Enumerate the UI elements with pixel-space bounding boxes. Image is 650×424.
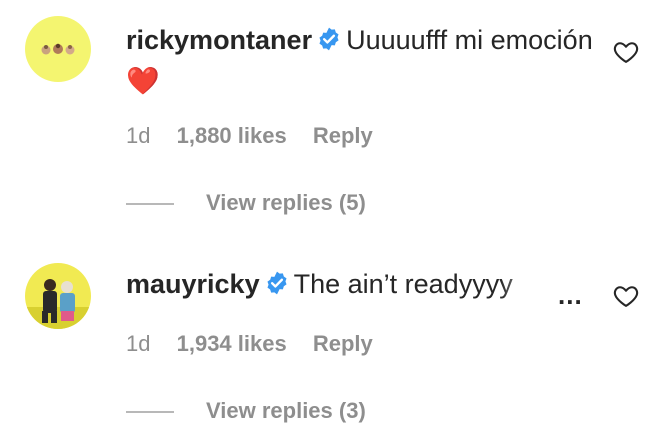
verified-badge-icon bbox=[264, 268, 290, 306]
avatar-mauyricky[interactable] bbox=[25, 263, 91, 329]
more-options-icon[interactable]: ... bbox=[558, 280, 583, 311]
avatar-image bbox=[25, 279, 91, 329]
avatar-rickymontaner[interactable] bbox=[25, 16, 91, 82]
heart-emoji: ❤️ bbox=[126, 66, 160, 96]
comment-body: mauyricky The ain’t readyyyy bbox=[126, 265, 546, 306]
view-replies-label: View replies (3) bbox=[206, 398, 366, 423]
comment-meta: 1d 1,880 likes Reply bbox=[126, 123, 393, 149]
text-fade bbox=[500, 265, 550, 303]
username[interactable]: mauyricky bbox=[126, 269, 260, 299]
verified-badge-icon bbox=[316, 24, 342, 62]
comment-time: 1d bbox=[126, 331, 151, 356]
comment-meta: 1d 1,934 likes Reply bbox=[126, 331, 393, 357]
comment-body: rickymontaner Uuuuufff mi emoción ❤️ bbox=[126, 21, 596, 100]
reply-button[interactable]: Reply bbox=[313, 123, 373, 148]
like-heart-icon[interactable] bbox=[612, 38, 640, 66]
likes-count[interactable]: 1,934 likes bbox=[177, 331, 287, 356]
avatar-image bbox=[41, 43, 75, 55]
view-replies-button[interactable]: View replies (5) bbox=[126, 190, 366, 216]
comment-text: Uuuuufff mi emoción bbox=[346, 25, 593, 55]
comment-time: 1d bbox=[126, 123, 151, 148]
replies-divider bbox=[126, 411, 174, 414]
reply-button[interactable]: Reply bbox=[313, 331, 373, 356]
comment-text: The ain’t readyyyy bbox=[293, 269, 513, 299]
view-replies-label: View replies (5) bbox=[206, 190, 366, 215]
likes-count[interactable]: 1,880 likes bbox=[177, 123, 287, 148]
like-heart-icon[interactable] bbox=[612, 282, 640, 310]
replies-divider bbox=[126, 203, 174, 206]
view-replies-button[interactable]: View replies (3) bbox=[126, 398, 366, 424]
username[interactable]: rickymontaner bbox=[126, 25, 312, 55]
